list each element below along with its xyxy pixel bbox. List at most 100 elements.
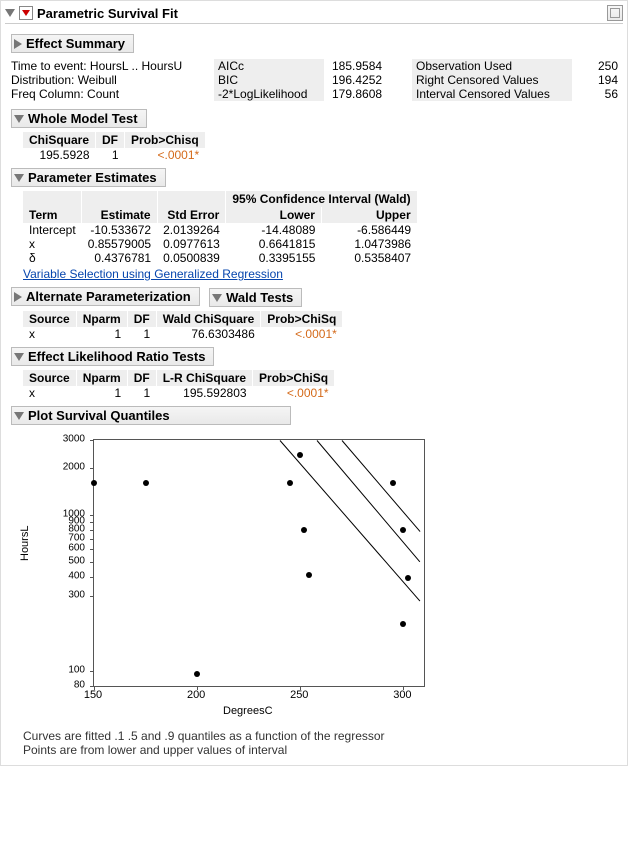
cell: 0.3395155 [226, 251, 322, 265]
cell: 1 [96, 148, 125, 162]
cell: -14.48089 [226, 223, 322, 237]
data-point [400, 621, 406, 627]
cell: <.0001* [261, 327, 343, 341]
varselect-link[interactable]: Variable Selection using Generalized Reg… [23, 267, 283, 281]
y-tick: 100 [23, 664, 85, 675]
rc-label: Right Censored Values [412, 73, 572, 87]
y-tick: 80 [23, 680, 85, 691]
data-point [390, 480, 396, 486]
col-df: DF [127, 370, 156, 386]
param-table: 95% Confidence Interval (Wald) Term Esti… [23, 191, 418, 265]
table-row: x 0.85579005 0.0977613 0.6641815 1.04739… [23, 237, 417, 251]
section-label: Plot Survival Quantiles [28, 408, 170, 423]
cell: 0.6641815 [226, 237, 322, 251]
cell: 1 [76, 386, 127, 400]
col-prob: Prob>Chisq [125, 132, 206, 148]
y-tick: 600 [23, 543, 85, 554]
col-cs: L-R ChiSquare [156, 370, 252, 386]
cell: Intercept [23, 223, 82, 237]
data-point [400, 527, 406, 533]
popup-icon[interactable] [607, 5, 623, 21]
section-wald[interactable]: Wald Tests [209, 288, 302, 307]
section-plot[interactable]: Plot Survival Quantiles [11, 406, 291, 425]
ll-value: 179.8608 [324, 87, 394, 101]
cell: 1.0473986 [321, 237, 417, 251]
col-df: DF [127, 311, 156, 327]
cell: 76.6303486 [156, 327, 261, 341]
collapse-icon[interactable] [5, 9, 15, 17]
cell: 0.85579005 [82, 237, 157, 251]
ci-header: 95% Confidence Interval (Wald) [226, 191, 417, 207]
cell: 195.592803 [156, 386, 252, 400]
col-est: Estimate [82, 207, 157, 223]
data-point [306, 572, 312, 578]
col-src: Source [23, 311, 76, 327]
cell: -6.586449 [321, 223, 417, 237]
x-tick: 200 [187, 689, 205, 701]
col-lo: Lower [226, 207, 322, 223]
section-param-estimates[interactable]: Parameter Estimates [11, 168, 166, 187]
col-p: Prob>ChiSq [253, 370, 335, 386]
data-point [301, 527, 307, 533]
whole-model-table: ChiSquare DF Prob>Chisq 195.5928 1 <.000… [23, 132, 206, 162]
x-tick: 150 [84, 689, 102, 701]
table-row: x 1 1 195.592803 <.0001* [23, 386, 335, 400]
lr-table: Source Nparm DF L-R ChiSquare Prob>ChiSq… [23, 370, 335, 400]
cell: 0.0500839 [157, 251, 226, 265]
data-point [143, 480, 149, 486]
cell: 1 [127, 386, 156, 400]
section-label: Wald Tests [226, 290, 293, 305]
data-point [287, 480, 293, 486]
section-lr[interactable]: Effect Likelihood Ratio Tests [11, 347, 214, 366]
meta-freq: Freq Column: Count [11, 87, 196, 101]
cell: 195.5928 [23, 148, 96, 162]
section-effect-summary[interactable]: Effect Summary [11, 34, 134, 53]
obs-value: 250 [572, 59, 618, 73]
ic-label: Interval Censored Values [412, 87, 572, 101]
cell: x [23, 237, 82, 251]
cell: x [23, 386, 76, 400]
x-axis-label: DegreesC [223, 705, 273, 717]
y-tick: 2000 [23, 461, 85, 472]
cell: 0.5358407 [321, 251, 417, 265]
y-tick: 400 [23, 570, 85, 581]
y-tick: 1000 [23, 508, 85, 519]
col-p: Prob>ChiSq [261, 311, 343, 327]
cell: δ [23, 251, 82, 265]
table-row: δ 0.4376781 0.0500839 0.3395155 0.535840… [23, 251, 417, 265]
y-tick: 300 [23, 590, 85, 601]
cell: 1 [76, 327, 127, 341]
disclosure-icon [14, 39, 22, 49]
x-tick: 250 [290, 689, 308, 701]
caption-1: Curves are fitted .1 .5 and .9 quantiles… [23, 729, 623, 743]
quantile-line [279, 440, 420, 602]
caption-2: Points are from lower and upper values o… [23, 743, 623, 757]
ll-label: -2*LogLikelihood [214, 87, 324, 101]
disclosure-icon [14, 115, 24, 123]
table-row: Intercept -10.533672 2.0139264 -14.48089… [23, 223, 417, 237]
data-point [194, 671, 200, 677]
survival-plot: HoursL DegreesC 801003004005006007008009… [23, 431, 443, 721]
section-alt-param[interactable]: Alternate Parameterization [11, 287, 200, 306]
section-whole-model-test[interactable]: Whole Model Test [11, 109, 147, 128]
section-label: Effect Likelihood Ratio Tests [28, 349, 205, 364]
col-chisq: ChiSquare [23, 132, 96, 148]
disclosure-icon [14, 412, 24, 420]
cell: <.0001* [253, 386, 335, 400]
data-point [91, 480, 97, 486]
col-np: Nparm [76, 370, 127, 386]
meta-time: Time to event: HoursL .. HoursU [11, 59, 196, 73]
report-options-icon[interactable] [19, 6, 33, 20]
cell: 0.0977613 [157, 237, 226, 251]
aicc-label: AICc [214, 59, 324, 73]
meta-dist: Distribution: Weibull [11, 73, 196, 87]
quantile-line [341, 440, 420, 532]
y-tick: 500 [23, 555, 85, 566]
wald-table: Source Nparm DF Wald ChiSquare Prob>ChiS… [23, 311, 343, 341]
disclosure-icon [14, 174, 24, 182]
bic-label: BIC [214, 73, 324, 87]
col-src: Source [23, 370, 76, 386]
section-label: Effect Summary [26, 36, 125, 51]
y-tick: 3000 [23, 434, 85, 445]
col-np: Nparm [76, 311, 127, 327]
